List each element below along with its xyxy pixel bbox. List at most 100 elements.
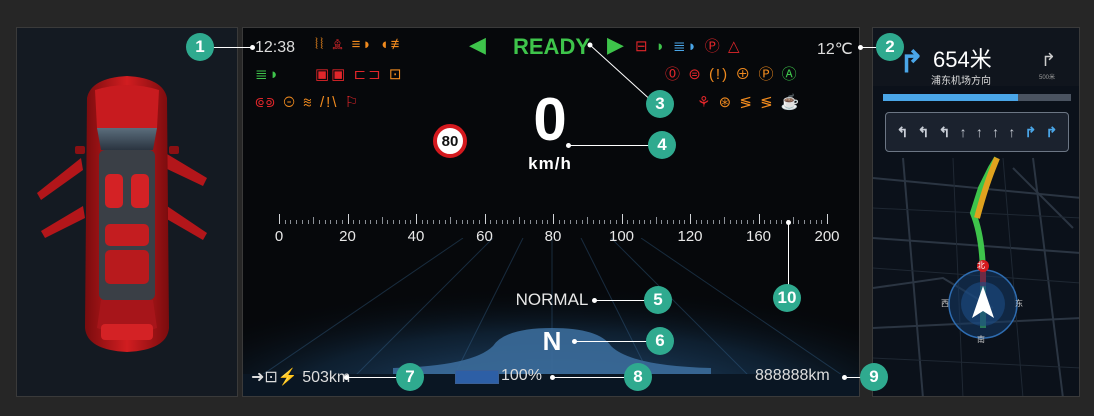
speed-scale-tick <box>764 220 766 224</box>
speed-scale-label: 0 <box>274 228 284 245</box>
compass-south: 南 <box>977 335 985 344</box>
lane-keep-icon: /!\ <box>319 94 339 111</box>
callout-4-badge: 4 <box>648 131 676 159</box>
front-fog-light-icon: ≡◗ <box>351 36 374 53</box>
nav-distance: 654米 <box>933 47 992 72</box>
battery-level-fill <box>456 371 498 383</box>
callout-1-badge: 1 <box>186 33 214 61</box>
speed-limit-sign: 80 <box>433 124 467 158</box>
parking-sensor-off-icon: ⦚⦚ <box>315 36 326 53</box>
speed-scale-tick <box>610 220 612 224</box>
speed-scale-tick <box>307 220 309 224</box>
speed-scale-tick <box>427 220 429 224</box>
speed-scale-tick <box>798 220 800 224</box>
speed-scale-tick <box>724 217 726 224</box>
speed-value: 0 <box>533 86 567 153</box>
speed-scale-label: 160 <box>745 228 772 245</box>
speed-scale-tick <box>781 220 783 224</box>
battery-percent: 100% <box>501 367 542 384</box>
compass-north: 北 <box>977 261 985 270</box>
speed-unit: km/h <box>528 154 572 173</box>
speed-scale-tick <box>518 217 520 224</box>
speed-scale-tick <box>473 220 475 224</box>
speed-scale-tick <box>381 217 383 224</box>
speed-scale-tick <box>484 214 486 224</box>
speed-scale-tick <box>821 220 823 224</box>
speed-scale-tick <box>501 220 503 224</box>
speed-scale-tick <box>747 220 749 224</box>
speed-scale-tick <box>279 214 280 224</box>
next-turn-icon: ↱ <box>1041 50 1057 70</box>
speed-scale-tick <box>467 220 469 224</box>
speed-scale-tick <box>530 220 532 224</box>
speed-scale-tick <box>672 220 674 224</box>
lane-left-turn-icon: ↰ <box>938 123 951 140</box>
speed-scale-tick <box>461 220 463 224</box>
range-readout: ➜⊡⚡ 503km <box>251 367 350 387</box>
speed-scale-tick <box>358 220 360 224</box>
callout-2-badge: 2 <box>876 33 904 61</box>
speed-scale-tick <box>524 220 526 224</box>
esc-off-icon: ≋ <box>303 94 314 111</box>
abs-warning-icon: ⊛ <box>718 94 734 111</box>
speed-scale-tick <box>313 217 315 224</box>
odometer: 888888km <box>755 367 830 384</box>
speed-scale-tick <box>376 220 378 224</box>
stability-off-icon: ≶ <box>760 94 775 111</box>
steering-fault-icon: ⊜ <box>688 66 703 83</box>
speed-scale-tick <box>541 220 543 224</box>
speed-scale-tick <box>655 217 657 224</box>
lane-straight-icon: ↑ <box>992 124 1000 140</box>
callout-5-badge: 5 <box>644 286 672 314</box>
speed-scale-tick <box>324 220 326 224</box>
range-value: 503km <box>302 369 351 386</box>
speed-scale-tick <box>387 220 389 224</box>
auto-hold-icon: Ⓐ <box>781 66 799 83</box>
speed-scale-tick <box>564 220 566 224</box>
speed-scale-tick <box>393 220 395 224</box>
speed-scale-tick <box>667 220 669 224</box>
speed-scale-tick <box>729 220 731 224</box>
speed-scale-tick <box>495 220 497 224</box>
speed-scale-tick <box>421 220 423 224</box>
lane-right-turn-icon: ↱ <box>1045 123 1058 140</box>
speed-scale-tick <box>592 220 594 224</box>
lane-straight-icon: ↑ <box>1008 124 1016 140</box>
speed-scale-tick <box>513 220 515 224</box>
lane-left-turn-icon: ↰ <box>896 123 909 140</box>
speed-scale-tick <box>581 220 583 224</box>
speed-scale-tick <box>364 220 366 224</box>
callout-6-badge: 6 <box>646 327 674 355</box>
tire-pressure-icon: (!) <box>708 66 730 83</box>
callout-5-dot <box>592 298 597 303</box>
speed-scale-tick <box>707 220 709 224</box>
speed-scale-tick <box>330 220 332 224</box>
speed-scale-tick <box>632 220 634 224</box>
callout-7-badge: 7 <box>396 363 424 391</box>
speed-scale-label: 200 <box>814 228 840 245</box>
callout-7-leader <box>346 377 398 378</box>
callout-8-badge: 8 <box>624 363 652 391</box>
seatbelt-warning-icon: ♗ <box>331 36 346 53</box>
callout-7-dot <box>344 375 349 380</box>
speed-scale-tick <box>650 220 652 224</box>
speed-scale-tick <box>804 220 806 224</box>
power-limit-icon: ⊡ <box>388 66 404 83</box>
speed-scale-tick <box>398 220 400 224</box>
speed-scale-tick <box>621 214 623 224</box>
speed-scale-label: 120 <box>677 228 703 245</box>
gear-indicator: N <box>542 326 562 356</box>
speed-scale-tick <box>450 217 452 224</box>
callout-8-leader <box>552 377 626 378</box>
callout-8-dot <box>550 375 555 380</box>
speed-scale-tick <box>507 220 509 224</box>
speed-scale-tick <box>598 220 600 224</box>
vehicle-status-panel <box>16 27 238 397</box>
speed-scale-tick <box>661 220 663 224</box>
tpms-icon: ⊝ <box>283 94 297 111</box>
callout-4-leader <box>568 145 652 146</box>
charging-station-icon: ➜⊡⚡ <box>251 369 298 386</box>
outside-temperature: 12℃ <box>817 41 853 58</box>
door-open-icon: ⟃⟄ <box>255 94 278 111</box>
speed-scale-tick <box>741 220 743 224</box>
